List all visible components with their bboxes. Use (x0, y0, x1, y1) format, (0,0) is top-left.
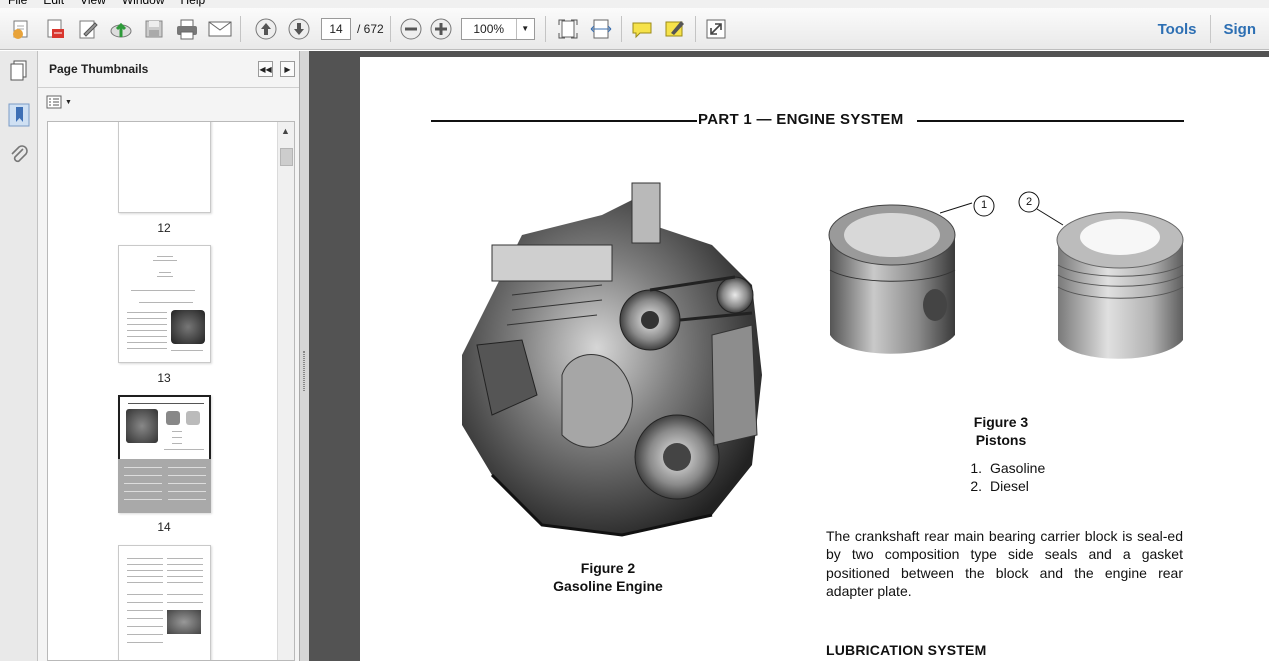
thumbnail-page[interactable] (118, 122, 211, 213)
callout-label-2: 2 (1025, 196, 1033, 208)
zoom-in-icon[interactable] (427, 15, 455, 43)
next-page-icon[interactable] (285, 15, 313, 43)
prev-page-icon[interactable] (252, 15, 280, 43)
attachment-icon[interactable] (8, 143, 30, 167)
toolbar-divider (240, 15, 241, 42)
toolbar-right: Tools Sign (1145, 8, 1269, 50)
thumbnails-panel: Page Thumbnails ◀◀ ▶ ▼ 12 13 14 ▲ (38, 51, 300, 661)
figure3-subtitle: Pistons (975, 432, 1027, 448)
menu-bar: File Edit View Window Help (0, 0, 1269, 8)
upload-icon[interactable] (107, 15, 135, 43)
panel-splitter[interactable] (300, 51, 309, 661)
menu-edit[interactable]: Edit (35, 0, 72, 8)
document-viewer[interactable]: PART 1 — ENGINE SYSTEM Figure 2 Gasoline… (309, 51, 1269, 661)
thumbnail-scrollbar[interactable]: ▲ (277, 122, 294, 660)
header-rule-right (917, 120, 1184, 122)
bookmark-icon[interactable] (8, 103, 30, 127)
chevron-up-icon[interactable]: ▲ (281, 126, 290, 136)
page-number-input[interactable]: 14 (321, 17, 351, 40)
scrollbar-thumb[interactable] (280, 148, 293, 166)
expand-panel-icon[interactable]: ▶ (280, 61, 295, 77)
chevron-down-icon: ▼ (65, 98, 72, 106)
navigation-rail (0, 51, 38, 661)
piston-list: 1. Gasoline 2. Diesel (958, 459, 1045, 495)
toolbar-divider (544, 15, 546, 42)
edit-icon[interactable] (74, 15, 102, 43)
figure2-subtitle: Gasoline Engine (553, 578, 663, 594)
export-icon[interactable] (41, 15, 69, 43)
menu-window[interactable]: Window (114, 0, 173, 8)
figure3-caption: Figure 3 Pistons (901, 413, 1101, 449)
sign-button[interactable]: Sign (1211, 21, 1269, 38)
list-item: 1. Gasoline (970, 460, 1046, 476)
print-icon[interactable] (173, 15, 201, 43)
section-header: PART 1 — ENGINE SYSTEM (698, 111, 904, 128)
thumbnail-options-menu[interactable]: ▼ (46, 95, 72, 109)
callout-label-1: 1 (980, 199, 988, 211)
menu-file[interactable]: File (0, 0, 35, 8)
panel-title: Page Thumbnails (49, 62, 149, 76)
thumbnail-page[interactable] (118, 245, 211, 363)
collapse-panel-icon[interactable]: ◀◀ (258, 61, 273, 77)
figure2-title: Figure 2 (580, 560, 636, 576)
zoom-select[interactable]: 100% ▼ (460, 17, 535, 40)
highlight-icon[interactable] (661, 15, 689, 43)
body-paragraph: The crankshaft rear main bearing carrier… (826, 528, 1183, 599)
create-icon[interactable] (8, 15, 36, 43)
engine-thumbnail-image (126, 409, 158, 443)
thumbnail-image (167, 610, 201, 634)
thumbnail-label: 14 (157, 520, 171, 534)
fullscreen-icon[interactable] (702, 15, 730, 43)
toolbar-divider (620, 15, 622, 42)
piston-thumbnail-image (186, 411, 200, 425)
menu-view[interactable]: View (72, 0, 114, 8)
piston-thumbnail-image (166, 411, 180, 425)
thumbnail-list[interactable]: 12 13 14 ▲ (47, 121, 295, 661)
options-icon (46, 95, 62, 109)
list-item: 2. Diesel (970, 478, 1029, 494)
callout-line-1 (940, 195, 995, 217)
figure2-caption: Figure 2 Gasoline Engine (508, 559, 708, 595)
tools-button[interactable]: Tools (1145, 21, 1210, 38)
thumbnail-label: 12 (157, 221, 171, 235)
panel-header: Page Thumbnails ◀◀ ▶ (38, 51, 299, 88)
fit-width-icon[interactable] (587, 15, 615, 43)
chevron-down-icon[interactable]: ▼ (515, 18, 534, 39)
figure3-title: Figure 3 (973, 414, 1029, 430)
document-page: PART 1 — ENGINE SYSTEM Figure 2 Gasoline… (360, 57, 1269, 661)
page-total: / 672 (357, 21, 384, 36)
thumbnail-label: 13 (157, 371, 171, 385)
toolbar-divider (389, 15, 391, 42)
zoom-value: 100% (473, 21, 505, 36)
header-rule-left (431, 120, 697, 122)
pages-icon[interactable] (8, 59, 30, 83)
thumbnail-page-selected[interactable] (118, 395, 211, 513)
fit-page-icon[interactable] (554, 15, 582, 43)
save-icon[interactable] (140, 15, 168, 43)
toolbar-divider (694, 15, 696, 42)
email-icon[interactable] (206, 15, 234, 43)
thumbnail-page[interactable] (118, 545, 211, 660)
section-heading: LUBRICATION SYSTEM (826, 642, 987, 658)
zoom-out-icon[interactable] (397, 15, 425, 43)
engine-thumbnail-image (171, 310, 205, 344)
main-toolbar: 14 / 672 100% ▼ Tools Sign (0, 8, 1269, 50)
engine-image (462, 182, 762, 537)
menu-help[interactable]: Help (173, 0, 214, 8)
comment-icon[interactable] (628, 15, 656, 43)
